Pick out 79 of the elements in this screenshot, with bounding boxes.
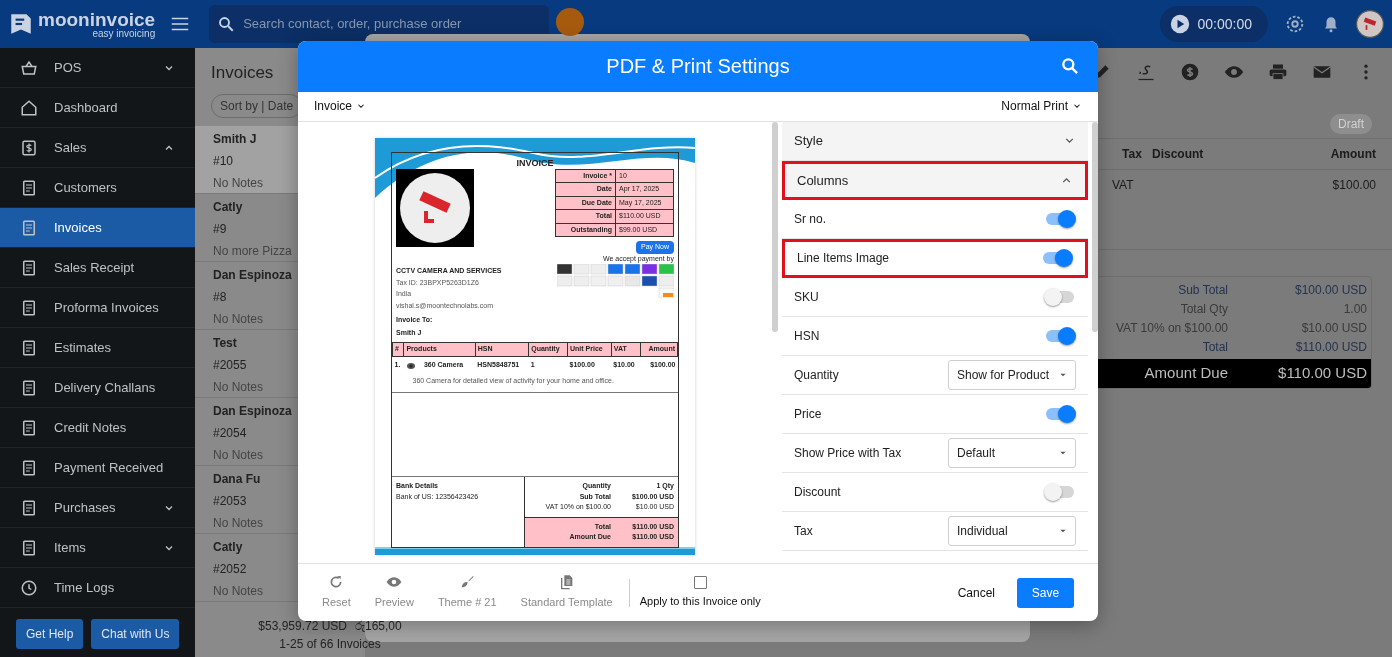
settings-row: Price [782, 394, 1088, 434]
settings-row: Quantity Show for Product [782, 355, 1088, 395]
total-label: Total Qty [1179, 301, 1228, 318]
list-total: රු165,00 [355, 618, 402, 635]
settings-row: HSN [782, 316, 1088, 356]
footer-tool-button[interactable]: Theme # 21 [437, 574, 497, 611]
column-header: Amount [1329, 146, 1377, 163]
document-type-dropdown[interactable]: Invoice [314, 97, 367, 116]
logo-tagline: easy invoicing [91, 28, 156, 39]
timer-pill[interactable]: 00:00:00 [1159, 6, 1268, 42]
document-icon [20, 178, 38, 197]
toggle-switch[interactable] [1044, 286, 1076, 307]
clock-icon [20, 578, 38, 597]
dollar-icon [20, 138, 38, 157]
camera-icon [405, 361, 416, 370]
toggle-switch[interactable] [1044, 403, 1076, 424]
status-badge: Draft [1330, 114, 1372, 134]
print-icon[interactable] [1268, 62, 1288, 82]
list-title: Invoices [211, 62, 275, 84]
bell-icon[interactable] [1322, 14, 1340, 34]
table-cell-text: $100.00 [1331, 177, 1377, 194]
total-label: Sub Total [1177, 282, 1228, 299]
home-icon [20, 98, 38, 117]
basket-icon [20, 58, 38, 77]
document-icon [20, 298, 38, 317]
avatar-icon[interactable] [1356, 10, 1384, 38]
settings-row: Line Items Image [782, 238, 1088, 278]
document-icon [20, 258, 38, 277]
invoice-heading: INVOICE [516, 157, 554, 169]
total-label: Total [1201, 339, 1228, 356]
dropdown-select[interactable]: Show for Product [948, 359, 1076, 390]
total-label: VAT 10% on $100.00 [1114, 320, 1228, 337]
settings-row: Tax Individual [782, 511, 1088, 551]
dialog-title: PDF & Print Settings [606, 54, 790, 80]
document-icon [558, 574, 575, 591]
settings-section-header[interactable]: Style [782, 121, 1088, 161]
toggle-switch[interactable] [1044, 325, 1076, 346]
footer-tool-button[interactable]: Standard Template [520, 574, 613, 611]
settings-row: Show Price with Tax Default [782, 433, 1088, 473]
logo-icon [8, 11, 34, 37]
settings-row: Sr no. [782, 199, 1088, 239]
total-value: 1.00 [1342, 301, 1368, 318]
logo-title: mooninvoice [38, 9, 156, 29]
document-icon [20, 378, 38, 397]
settings-section-header[interactable]: Columns [782, 160, 1088, 200]
play-icon [1169, 14, 1190, 34]
search-icon [217, 15, 236, 33]
footer-tool-button[interactable]: Preview [374, 574, 414, 611]
help-button[interactable]: Chat with Us [91, 619, 180, 649]
print-mode-dropdown[interactable]: Normal Print [1001, 97, 1082, 116]
settings-icon[interactable] [1284, 13, 1306, 35]
save-button[interactable]: Save [1017, 577, 1074, 608]
total-value: $110.00 USD [1294, 339, 1368, 356]
dollar-icon[interactable] [1180, 62, 1200, 82]
document-icon [20, 338, 38, 357]
toggle-switch[interactable] [1041, 248, 1073, 269]
dropdown-select[interactable]: Individual [948, 515, 1076, 546]
document-icon [20, 538, 38, 557]
document-icon [20, 218, 38, 237]
toggle-switch[interactable] [1044, 481, 1076, 502]
total-value: $10.00 USD [1300, 320, 1368, 337]
total-value: $100.00 USD [1293, 282, 1368, 299]
settings-row: SKU [782, 277, 1088, 317]
dropdown-select[interactable]: Default [948, 437, 1076, 468]
toggle-switch[interactable] [1044, 208, 1076, 229]
cancel-button[interactable]: Cancel [951, 582, 1001, 603]
search-icon[interactable] [1060, 56, 1080, 76]
document-icon [20, 458, 38, 477]
apply-checkbox[interactable]: Apply to this Invoice only [639, 575, 761, 610]
document-icon [20, 418, 38, 437]
column-header: Discount [1152, 146, 1205, 163]
list-total: $53,959.72 USD [258, 618, 347, 635]
document-icon [20, 498, 38, 517]
settings-row: Discount [782, 472, 1088, 512]
help-button[interactable]: Get Help [16, 619, 84, 649]
pagination-label: 1-25 of 66 Invoices [279, 636, 381, 653]
column-header: Tax [1121, 146, 1143, 163]
sidebar-item[interactable]: Invoices [0, 208, 195, 248]
table-cell-text: VAT [1112, 177, 1135, 194]
